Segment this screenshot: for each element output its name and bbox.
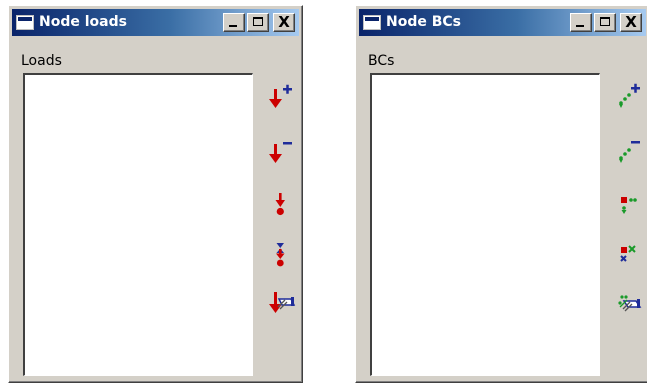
loads-listbox[interactable] [23,73,253,376]
add-load-icon [269,84,292,108]
close-icon: X [625,13,637,31]
select-load-button[interactable] [267,189,297,219]
window-title: Node BCs [386,14,462,30]
erase-load-button[interactable] [267,289,297,319]
maximize-icon [253,17,263,26]
window-title: Node loads [39,14,127,30]
minimize-icon [229,25,237,27]
point-load-icon [275,193,285,216]
maximize-button[interactable] [594,13,616,32]
remove-bc-icon [619,141,640,163]
bcs-label: BCs [368,53,395,69]
add-load-button[interactable] [267,81,297,111]
erase-bc-button[interactable] [614,289,644,319]
minimize-button[interactable] [570,13,592,32]
window-icon [363,15,381,30]
bcs-listbox[interactable] [370,73,600,376]
remove-load-button[interactable] [267,136,297,166]
select-bc-button[interactable] [614,189,644,219]
maximize-button[interactable] [247,13,269,32]
node-loads-window: Node loads X Loads [8,5,303,383]
maximize-icon [600,17,610,26]
loads-label: Loads [21,53,62,69]
erase-load-icon [269,292,296,313]
close-icon: X [278,13,290,31]
point-bc-icon [621,197,637,214]
title-bar[interactable]: Node loads X [12,9,299,36]
erase-bc-icon [618,295,642,312]
delete-bc-button[interactable] [614,239,644,269]
add-bc-icon [619,83,640,108]
close-button[interactable]: X [620,13,642,32]
move-load-button[interactable] [267,239,297,269]
minimize-button[interactable] [223,13,245,32]
minimize-icon [576,25,584,27]
delete-bc-icon [620,245,636,262]
node-bcs-window: Node BCs X BCs [355,5,647,383]
remove-bc-button[interactable] [614,136,644,166]
add-bc-button[interactable] [614,81,644,111]
move-load-icon [276,243,285,267]
window-icon [16,15,34,30]
close-button[interactable]: X [273,13,295,32]
title-bar[interactable]: Node BCs X [359,9,646,36]
remove-load-icon [269,142,292,163]
